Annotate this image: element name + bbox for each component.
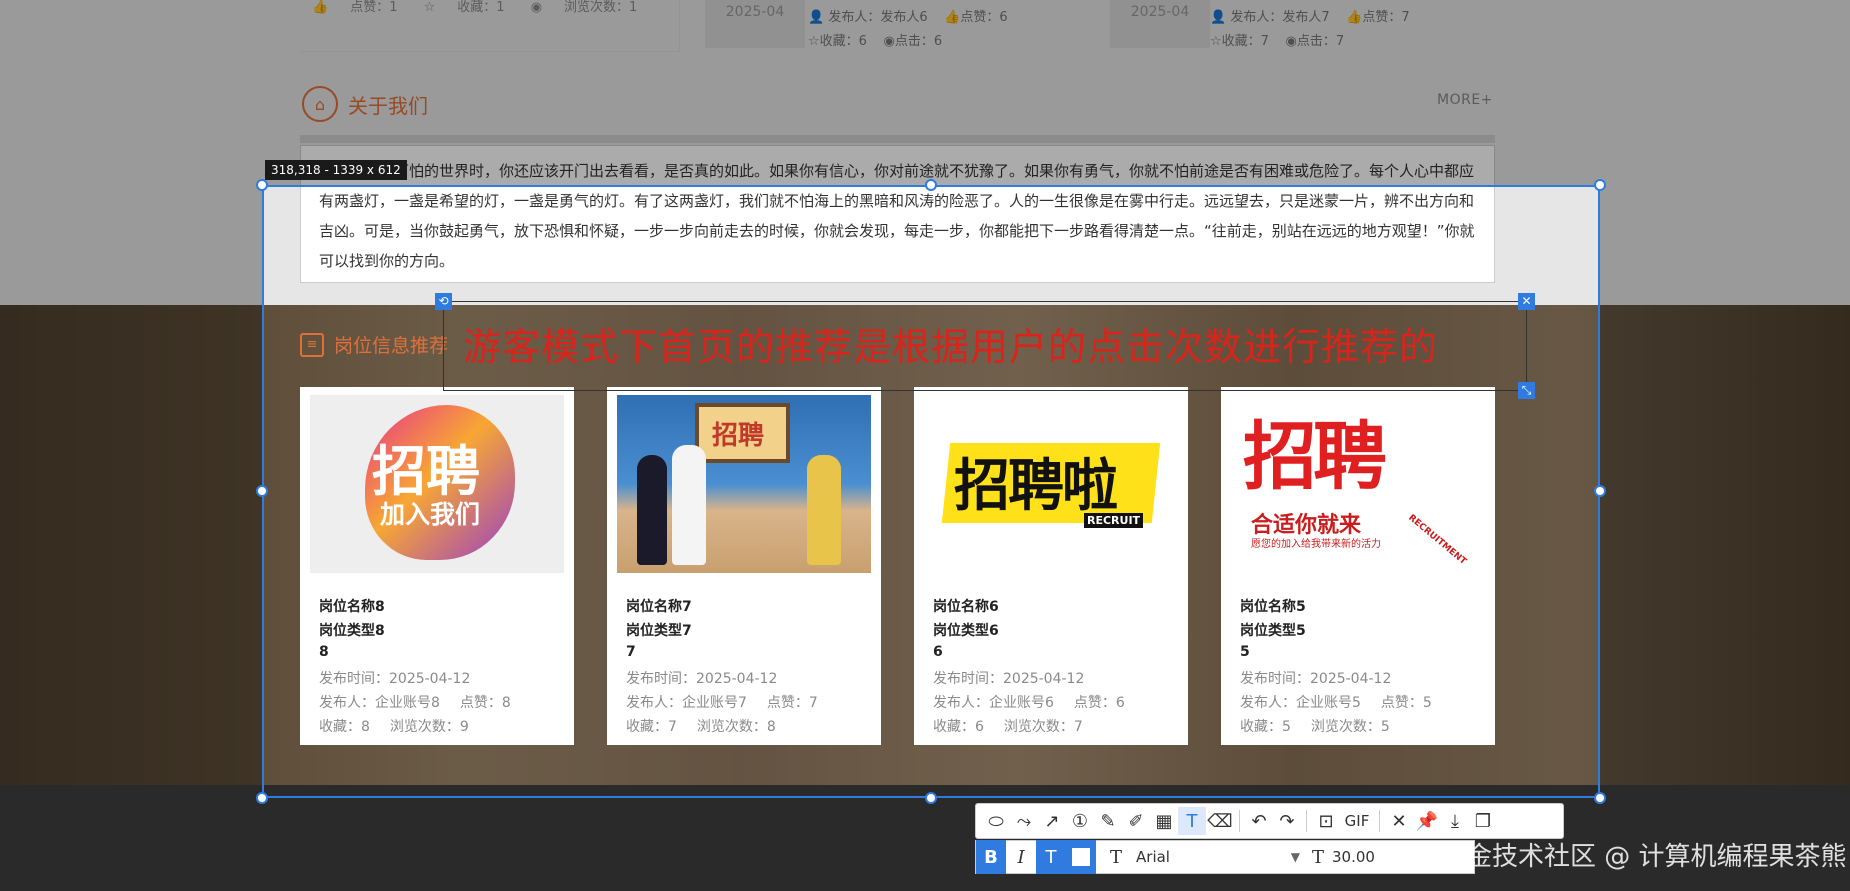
resize-handle-right[interactable] bbox=[1594, 485, 1606, 497]
chevron-down-icon: ▼ bbox=[1290, 850, 1300, 864]
color-swatch bbox=[1072, 848, 1090, 866]
font-size-input[interactable]: T 30.00 bbox=[1312, 847, 1375, 868]
eraser-icon[interactable]: ⌫ bbox=[1206, 807, 1234, 835]
resize-handle-top-right[interactable] bbox=[1594, 179, 1606, 191]
text-options-toolbar: B I T T Arial ▼ T 30.00 bbox=[975, 840, 1475, 874]
gif-button[interactable]: GIF bbox=[1340, 807, 1374, 835]
selection-size-label: 318,318 - 1339 x 612 bbox=[265, 160, 407, 180]
dim-overlay-left bbox=[0, 185, 262, 785]
text-tool-icon[interactable]: T bbox=[1178, 807, 1206, 835]
resize-handle-left[interactable] bbox=[256, 485, 268, 497]
resize-handle-bottom-right[interactable] bbox=[1594, 792, 1606, 804]
font-icon: T bbox=[1110, 846, 1123, 868]
dim-overlay-top bbox=[0, 0, 1850, 185]
screenshot-toolbar: ⬭ ⤳ ↗ ① ✎ ✐ ▦ T ⌫ ↶ ↷ ⊡ GIF ✕ 📌 ⤓ ❐ bbox=[975, 803, 1564, 839]
close-icon[interactable]: ✕ bbox=[1385, 807, 1413, 835]
dim-overlay-right bbox=[1600, 185, 1850, 785]
copy-icon[interactable]: ❐ bbox=[1469, 807, 1497, 835]
annotation-text[interactable]: 游客模式下首页的推荐是根据用户的点击次数进行推荐的 bbox=[463, 316, 1438, 371]
pencil-icon[interactable]: ✎ bbox=[1094, 807, 1122, 835]
bold-button[interactable]: B bbox=[976, 840, 1006, 874]
marker-icon[interactable]: ✐ bbox=[1122, 807, 1150, 835]
italic-button[interactable]: I bbox=[1006, 840, 1036, 874]
ocr-icon[interactable]: ⊡ bbox=[1312, 807, 1340, 835]
text-background-button[interactable] bbox=[1066, 840, 1096, 874]
undo-icon[interactable]: ↶ bbox=[1245, 807, 1273, 835]
shape-tool-icon[interactable]: ⬭ bbox=[982, 807, 1010, 835]
rotate-handle-icon[interactable]: ⟲ bbox=[435, 293, 452, 310]
font-name: Arial bbox=[1136, 848, 1170, 866]
pin-icon[interactable]: 📌 bbox=[1413, 807, 1441, 835]
toolbar-separator bbox=[1306, 810, 1307, 832]
font-family-select[interactable]: T Arial ▼ bbox=[1110, 847, 1300, 868]
close-icon[interactable]: ✕ bbox=[1518, 293, 1535, 310]
capture-selection-box[interactable] bbox=[262, 185, 1600, 798]
resize-handle-bottom-left[interactable] bbox=[256, 792, 268, 804]
redo-icon[interactable]: ↷ bbox=[1273, 807, 1301, 835]
download-icon[interactable]: ⤓ bbox=[1441, 807, 1469, 835]
mosaic-icon[interactable]: ▦ bbox=[1150, 807, 1178, 835]
toolbar-separator bbox=[1379, 810, 1380, 832]
number-marker-icon[interactable]: ① bbox=[1066, 807, 1094, 835]
text-outline-button[interactable]: T bbox=[1036, 840, 1066, 874]
resize-handle-bottom[interactable] bbox=[925, 792, 937, 804]
curve-arrow-icon[interactable]: ⤳ bbox=[1010, 807, 1038, 835]
resize-arrow-icon[interactable]: ⤡ bbox=[1518, 382, 1535, 399]
watermark-text: 掘金技术社区 @ 计算机编程果茶熊 bbox=[1440, 842, 1847, 872]
toolbar-separator bbox=[1239, 810, 1240, 832]
arrow-icon[interactable]: ↗ bbox=[1038, 807, 1066, 835]
font-size-value: 30.00 bbox=[1332, 848, 1375, 866]
resize-handle-top[interactable] bbox=[925, 179, 937, 191]
resize-handle-top-left[interactable] bbox=[256, 179, 268, 191]
font-size-icon: T bbox=[1312, 846, 1325, 868]
